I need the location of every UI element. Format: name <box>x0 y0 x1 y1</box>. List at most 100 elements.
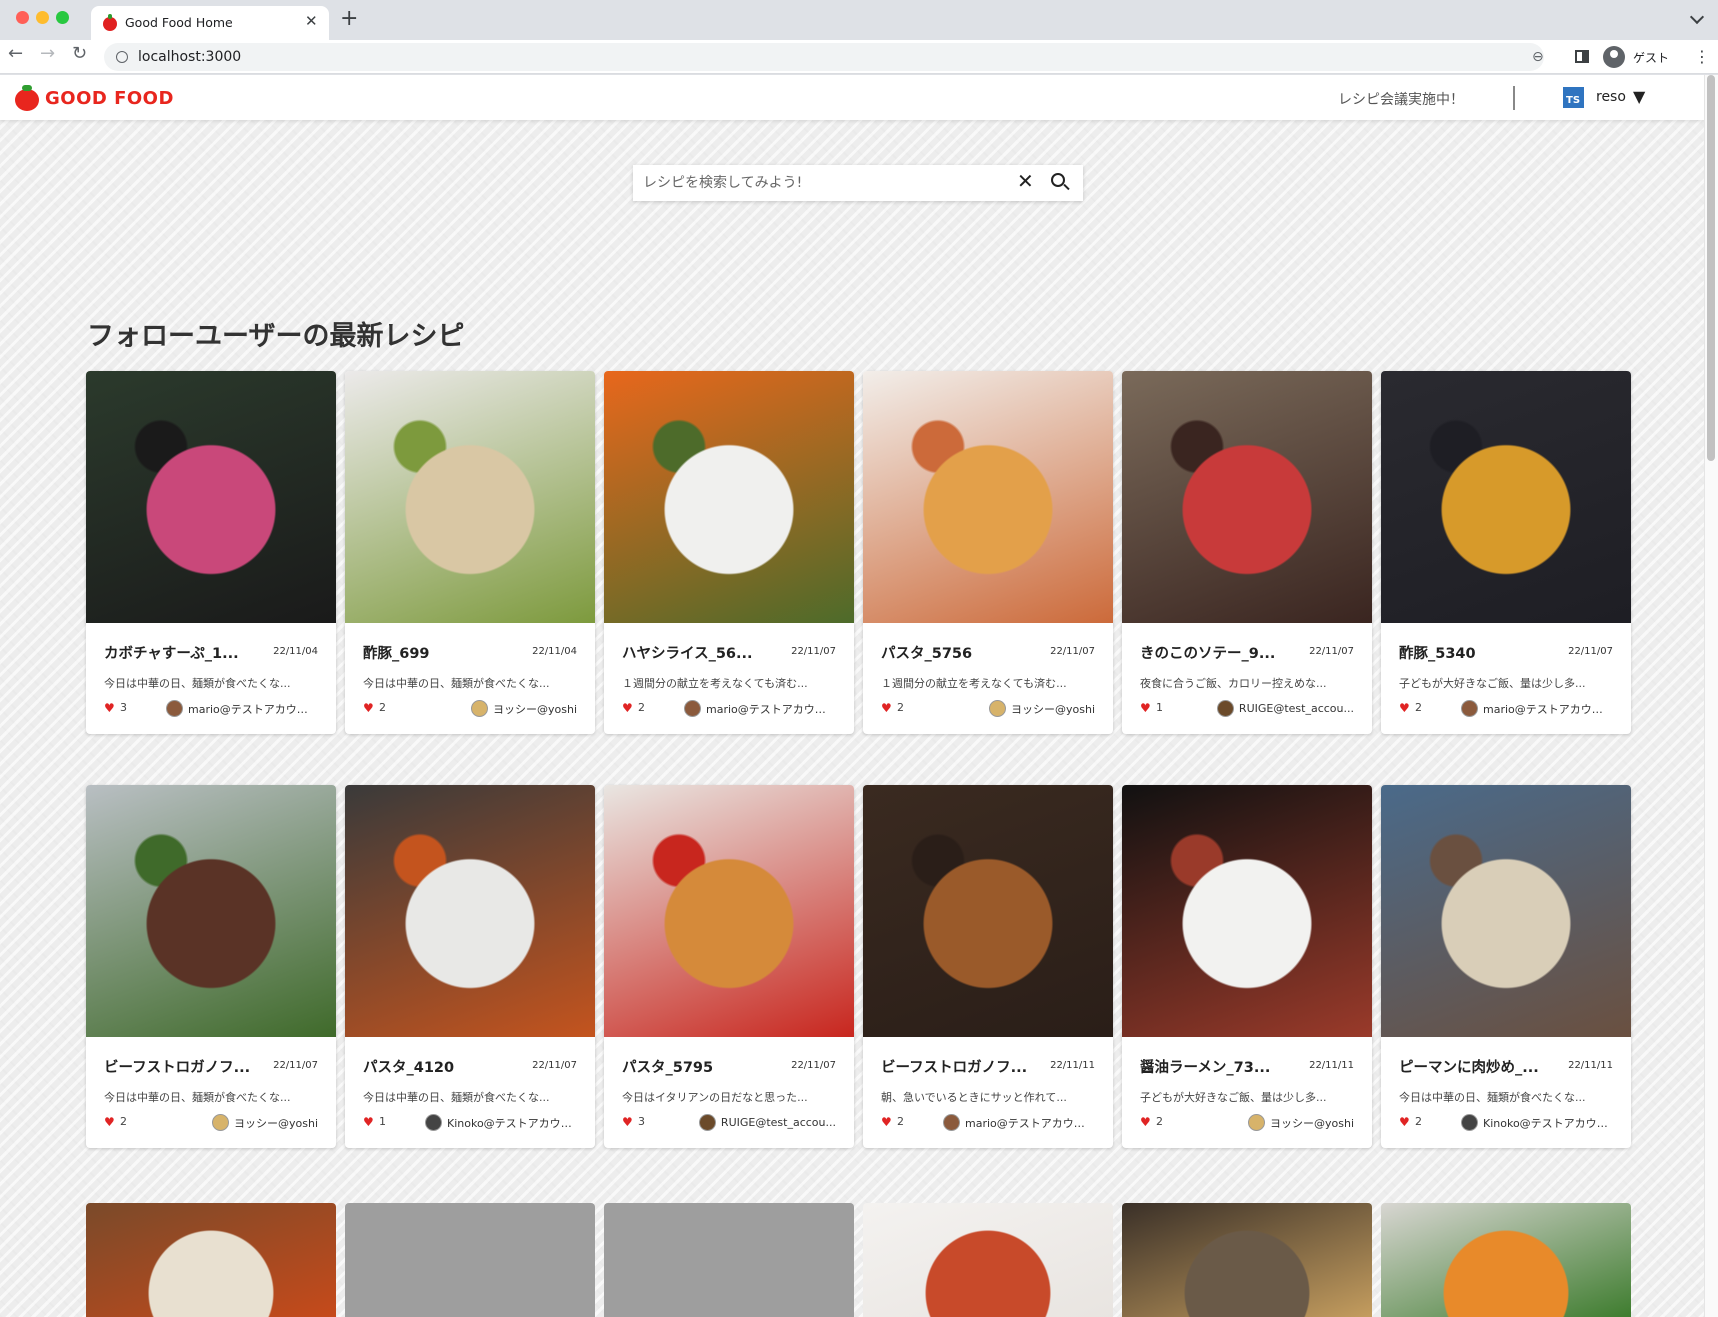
window-minimize-button[interactable] <box>36 11 49 24</box>
recipe-card-photo[interactable] <box>1122 1203 1372 1317</box>
recipe-name[interactable]: 酢豚_699 <box>363 642 523 663</box>
tab-title: Good Food Home <box>125 15 233 30</box>
author-avatar <box>698 1114 716 1131</box>
like-count: 3 <box>120 701 127 714</box>
user-avatar[interactable]: TS <box>1563 87 1584 108</box>
author-avatar <box>1248 1114 1265 1131</box>
recipe-author[interactable]: Kinoko@テストアカウント <box>1461 1112 1613 1131</box>
recipe-card[interactable]: パスタ_4120 22/11/07 今日は中華の日、麺類が食べたくな... ♥ 1 Kin… <box>345 785 595 1148</box>
recipe-author[interactable]: mario@テストアカウント <box>1461 698 1613 717</box>
recipe-author[interactable]: ヨッシー@yoshi <box>989 698 1095 717</box>
address-bar[interactable]: localhost:3000 ⊖ <box>104 43 1544 71</box>
recipe-name[interactable]: カボチャすーぷ_1... <box>104 642 264 663</box>
window-zoom-button[interactable] <box>56 11 69 24</box>
recipe-name[interactable]: ハヤシライス_56... <box>622 642 782 663</box>
recipe-card-photo[interactable] <box>86 1203 336 1317</box>
recipe-card[interactable]: 酢豚_699 22/11/04 今日は中華の日、麺類が食べたくな... ♥ 2 ヨッシー@… <box>345 371 595 734</box>
tab-search-chevron-icon[interactable] <box>1689 9 1705 25</box>
recipe-card[interactable]: ビーフストロガノフ... 22/11/11 朝、急いでいるときにサッと作れて... ♥… <box>863 785 1113 1148</box>
recipe-card-photo[interactable] <box>345 1203 595 1317</box>
recipe-card[interactable]: ハヤシライス_56... 22/11/07 １週間分の献立を考えなくても済む... ♥… <box>604 371 854 734</box>
recipe-date: 22/11/07 <box>273 1060 318 1071</box>
recipe-description: 子どもが大好きなご飯、量は少し多... <box>1140 1091 1327 1104</box>
page-scrollbar[interactable] <box>1704 75 1718 1317</box>
like-count: 2 <box>1415 1115 1422 1128</box>
recipe-date: 22/11/11 <box>1568 1060 1613 1071</box>
recipe-author[interactable]: RUIGE@test_accou... <box>698 1112 836 1131</box>
recipe-author[interactable]: Kinoko@テストアカウント <box>425 1112 577 1131</box>
recipe-photo[interactable] <box>1122 371 1372 623</box>
new-tab-button[interactable]: + <box>340 6 358 31</box>
recipe-author[interactable]: mario@テストアカウント <box>166 698 318 717</box>
recipe-date: 22/11/07 <box>791 1060 836 1071</box>
recipe-name[interactable]: きのこのソテー_9... <box>1140 642 1300 663</box>
recipe-name[interactable]: パスタ_4120 <box>363 1056 523 1077</box>
recipe-card[interactable]: パスタ_5756 22/11/07 １週間分の献立を考えなくても済む... ♥ 2 ヨッシ… <box>863 371 1113 734</box>
author-avatar <box>212 1114 229 1131</box>
recipe-meeting-link[interactable]: レシピ会議実施中！ <box>1338 89 1464 109</box>
recipe-date: 22/11/11 <box>1050 1060 1095 1071</box>
site-info-icon[interactable] <box>116 51 128 63</box>
recipe-photo[interactable] <box>345 371 595 623</box>
recipe-author[interactable]: ヨッシー@yoshi <box>471 698 577 717</box>
zoom-icon[interactable]: ⊖ <box>1532 49 1544 65</box>
author-avatar <box>1461 700 1478 717</box>
scrollbar-thumb[interactable] <box>1707 75 1715 461</box>
back-arrow-icon[interactable]: ← <box>8 43 23 64</box>
browser-menu-icon[interactable]: ⋮ <box>1694 47 1710 66</box>
recipe-name[interactable]: 醤油ラーメン_73... <box>1140 1056 1300 1077</box>
recipe-name[interactable]: 酢豚_5340 <box>1399 642 1559 663</box>
recipe-name[interactable]: ビーフストロガノフ... <box>104 1056 264 1077</box>
search-input[interactable] <box>643 172 1003 194</box>
heart-icon: ♥ <box>1399 1115 1410 1129</box>
profile-avatar-icon <box>1603 46 1625 68</box>
browser-tab[interactable]: Good Food Home ✕ <box>91 6 329 40</box>
recipe-card[interactable]: ピーマンに肉炒め_... 22/11/11 今日は中華の日、麺類が食べたくな... ♥… <box>1381 785 1631 1148</box>
recipe-photo[interactable] <box>863 371 1113 623</box>
recipe-card[interactable]: パスタ_5795 22/11/07 今日はイタリアンの日だなと思った... ♥ 3 RUI… <box>604 785 854 1148</box>
recipe-photo[interactable] <box>345 785 595 1037</box>
recipe-card-photo[interactable] <box>604 1203 854 1317</box>
tab-close-icon[interactable]: ✕ <box>305 12 318 30</box>
recipe-name[interactable]: パスタ_5756 <box>881 642 1041 663</box>
window-close-button[interactable] <box>16 11 29 24</box>
recipe-photo[interactable] <box>604 785 854 1037</box>
recipe-author[interactable]: RUIGE@test_accou... <box>1216 698 1354 717</box>
recipe-card-photo[interactable] <box>1381 1203 1631 1317</box>
recipe-name[interactable]: ピーマンに肉炒め_... <box>1399 1056 1559 1077</box>
user-name[interactable]: reso <box>1596 89 1626 105</box>
recipe-description: 今日は中華の日、麺類が食べたくな... <box>363 1091 550 1104</box>
recipe-author[interactable]: mario@テストアカウント <box>943 1112 1095 1131</box>
recipe-photo[interactable] <box>1381 371 1631 623</box>
recipe-description: 今日は中華の日、麺類が食べたくな... <box>104 1091 291 1104</box>
recipe-card[interactable]: 醤油ラーメン_73... 22/11/11 子どもが大好きなご飯、量は少し多... ♥… <box>1122 785 1372 1148</box>
author-name: Kinoko@テストアカウント <box>447 1116 577 1130</box>
side-panel-icon[interactable] <box>1575 50 1589 63</box>
heart-icon: ♥ <box>363 1115 374 1129</box>
recipe-photo[interactable] <box>86 371 336 623</box>
recipe-photo[interactable] <box>863 785 1113 1037</box>
recipe-author[interactable]: ヨッシー@yoshi <box>1248 1112 1354 1131</box>
recipe-author[interactable]: ヨッシー@yoshi <box>212 1112 318 1131</box>
recipe-photo[interactable] <box>86 785 336 1037</box>
recipe-photo[interactable] <box>604 371 854 623</box>
recipe-card[interactable]: ビーフストロガノフ... 22/11/07 今日は中華の日、麺類が食べたくな... ♥… <box>86 785 336 1148</box>
user-menu-caret-icon[interactable]: ▼ <box>1633 87 1645 106</box>
recipe-description: 今日は中華の日、麺類が食べたくな... <box>1399 1091 1586 1104</box>
url-text[interactable]: localhost:3000 <box>138 49 241 65</box>
search-icon[interactable] <box>1050 172 1072 194</box>
recipe-name[interactable]: パスタ_5795 <box>622 1056 782 1077</box>
recipe-card[interactable]: きのこのソテー_9... 22/11/07 夜食に合うご飯、カロリー控えめな... ♥… <box>1122 371 1372 734</box>
recipe-card-photo[interactable] <box>863 1203 1113 1317</box>
recipe-card[interactable]: カボチャすーぷ_1... 22/11/04 今日は中華の日、麺類が食べたくな... ♥… <box>86 371 336 734</box>
clear-search-icon[interactable]: ✕ <box>1017 169 1034 193</box>
app-header: GOOD FOOD レシピ会議実施中！ TS reso ▼ <box>0 75 1704 120</box>
author-name: RUIGE@test_accou... <box>720 1116 836 1129</box>
forward-arrow-icon[interactable]: → <box>40 43 55 64</box>
recipe-photo[interactable] <box>1381 785 1631 1037</box>
reload-icon[interactable]: ↻ <box>72 43 87 64</box>
recipe-photo[interactable] <box>1122 785 1372 1037</box>
recipe-name[interactable]: ビーフストロガノフ... <box>881 1056 1041 1077</box>
recipe-card[interactable]: 酢豚_5340 22/11/07 子どもが大好きなご飯、量は少し多... ♥ 2 mari… <box>1381 371 1631 734</box>
recipe-author[interactable]: mario@テストアカウント <box>684 698 836 717</box>
